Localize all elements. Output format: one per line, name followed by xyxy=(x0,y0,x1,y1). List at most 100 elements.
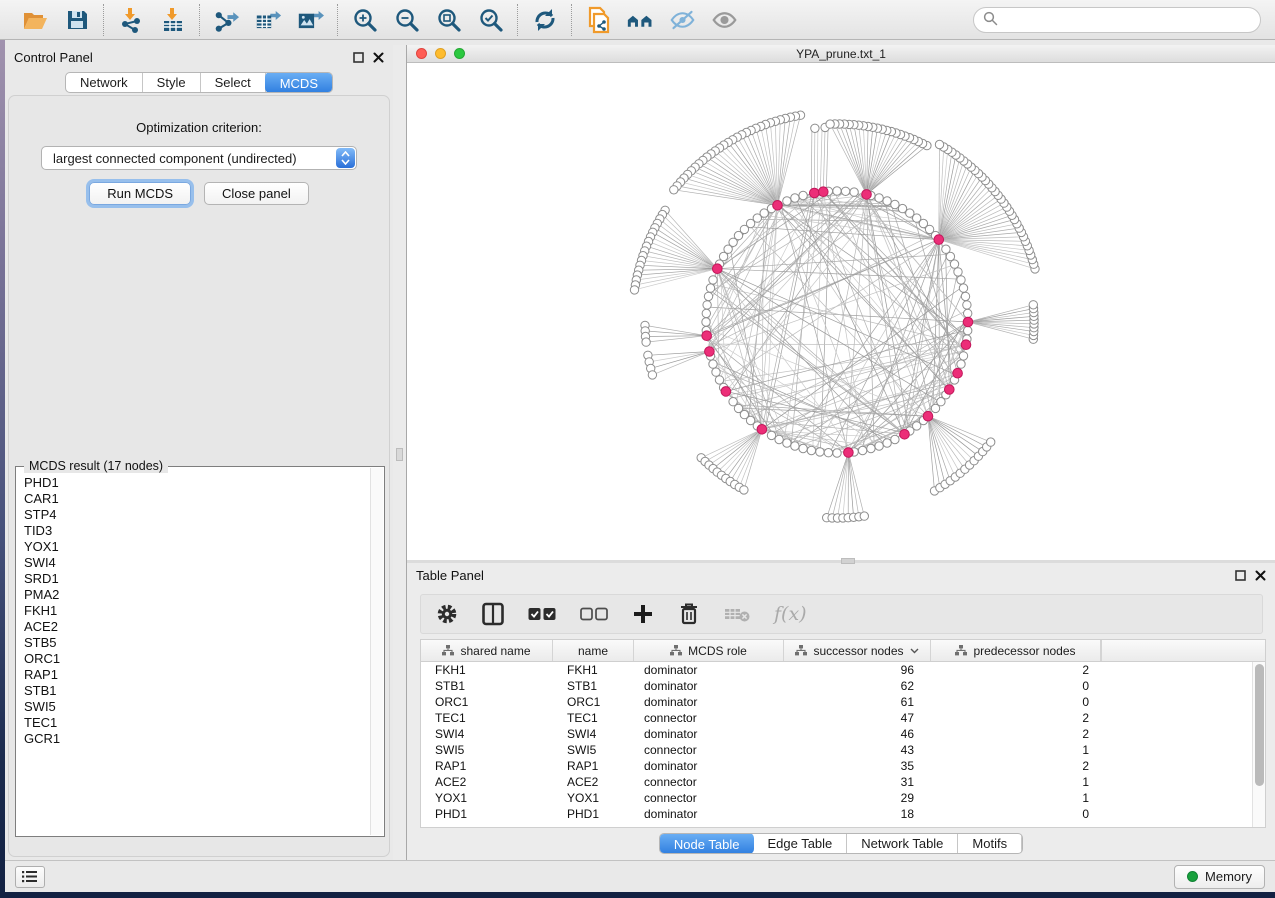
open-file-icon[interactable] xyxy=(21,6,48,33)
layout-group xyxy=(518,6,571,33)
vertical-splitter[interactable] xyxy=(393,45,407,860)
table-row[interactable]: RAP1 RAP1 dominator 35 2 xyxy=(421,758,1265,774)
splitter-grip[interactable] xyxy=(841,558,855,564)
cell-name: FKH1 xyxy=(553,663,634,677)
table-panel-header: Table Panel xyxy=(407,563,1275,587)
export-network-icon[interactable] xyxy=(213,6,240,33)
table-row[interactable]: SWI5 SWI5 connector 43 1 xyxy=(421,742,1265,758)
cell-predecessor-nodes: 2 xyxy=(931,663,1101,677)
network-window-title: YPA_prune.txt_1 xyxy=(407,47,1275,61)
float-panel-icon[interactable] xyxy=(353,52,364,63)
mcds-result-item[interactable]: ORC1 xyxy=(24,651,374,667)
mcds-result-item[interactable]: YOX1 xyxy=(24,539,374,555)
select-all-icon[interactable] xyxy=(528,602,556,626)
table-row[interactable]: SWI4 SWI4 dominator 46 2 xyxy=(421,726,1265,742)
network-view[interactable] xyxy=(407,63,1275,560)
table-tab[interactable]: Node Table xyxy=(659,833,755,854)
import-network-icon[interactable] xyxy=(117,6,144,33)
table-row[interactable]: PHD1 PHD1 dominator 18 0 xyxy=(421,806,1265,822)
table-tab[interactable]: Edge Table xyxy=(753,834,847,853)
add-column-icon[interactable] xyxy=(632,602,654,626)
mcds-result-item[interactable]: PMA2 xyxy=(24,587,374,603)
delete-column-icon[interactable] xyxy=(678,602,700,626)
splitter-grip[interactable] xyxy=(396,448,403,461)
export-image-icon[interactable] xyxy=(297,6,324,33)
mcds-result-item[interactable]: ACE2 xyxy=(24,619,374,635)
close-panel-button[interactable]: Close panel xyxy=(204,182,309,205)
mcds-result-item[interactable]: CAR1 xyxy=(24,491,374,507)
mcds-result-item[interactable]: RAP1 xyxy=(24,667,374,683)
mcds-result-item[interactable]: TID3 xyxy=(24,523,374,539)
column-header[interactable]: predecessor nodes xyxy=(931,640,1101,661)
search-input[interactable] xyxy=(1004,12,1251,27)
control-panel-tab[interactable]: Select xyxy=(201,73,266,92)
run-mcds-button[interactable]: Run MCDS xyxy=(89,182,191,205)
result-list-scrollbar[interactable] xyxy=(370,468,383,835)
close-panel-icon[interactable] xyxy=(373,52,384,63)
zoom-in-icon[interactable] xyxy=(351,6,378,33)
apply-layout-icon[interactable] xyxy=(531,6,558,33)
hide-selected-icon[interactable] xyxy=(669,6,696,33)
mcds-result-item[interactable]: SWI5 xyxy=(24,699,374,715)
mcds-result-item[interactable]: STB1 xyxy=(24,683,374,699)
table-row[interactable]: STB1 STB1 dominator 62 0 xyxy=(421,678,1265,694)
task-history-button[interactable] xyxy=(15,866,45,888)
horizontal-splitter[interactable] xyxy=(407,560,1275,563)
mcds-result-item[interactable]: SRD1 xyxy=(24,571,374,587)
mcds-result-item[interactable]: STP4 xyxy=(24,507,374,523)
first-neighbors-icon[interactable] xyxy=(627,6,654,33)
table-row[interactable]: ACE2 ACE2 connector 31 1 xyxy=(421,774,1265,790)
control-panel-tab[interactable]: Style xyxy=(143,73,201,92)
mcds-result-item[interactable]: STB5 xyxy=(24,635,374,651)
column-header[interactable]: MCDS role xyxy=(634,640,784,661)
table-row[interactable]: FKH1 FKH1 dominator 96 2 xyxy=(421,662,1265,678)
cell-mcds-role: dominator xyxy=(634,679,784,693)
file-group xyxy=(8,6,103,33)
show-all-icon[interactable] xyxy=(711,6,738,33)
mcds-result-item[interactable]: FKH1 xyxy=(24,603,374,619)
criterion-select[interactable]: largest connected component (undirected) xyxy=(41,146,357,170)
mcds-result-item[interactable]: TEC1 xyxy=(24,715,374,731)
cell-predecessor-nodes: 0 xyxy=(931,679,1101,693)
cell-successor-nodes: 47 xyxy=(784,711,931,725)
global-search[interactable] xyxy=(973,7,1261,33)
control-panel-tab[interactable]: MCDS xyxy=(265,72,333,93)
mcds-result-item[interactable]: GCR1 xyxy=(24,731,374,747)
table-scrollbar[interactable] xyxy=(1252,662,1265,827)
float-panel-icon[interactable] xyxy=(1235,570,1246,581)
zoom-selected-icon[interactable] xyxy=(477,6,504,33)
zoom-out-icon[interactable] xyxy=(393,6,420,33)
memory-button[interactable]: Memory xyxy=(1174,865,1265,889)
zoom-fit-icon[interactable] xyxy=(435,6,462,33)
cell-mcds-role: dominator xyxy=(634,759,784,773)
table-row[interactable]: YOX1 YOX1 connector 29 1 xyxy=(421,790,1265,806)
search-icon xyxy=(983,11,998,29)
close-panel-icon[interactable] xyxy=(1255,570,1266,581)
column-header[interactable]: shared name xyxy=(421,640,553,661)
table-row[interactable]: ORC1 ORC1 dominator 61 0 xyxy=(421,694,1265,710)
memory-label: Memory xyxy=(1205,869,1252,884)
clone-network-icon[interactable] xyxy=(585,6,612,33)
column-layout-icon[interactable] xyxy=(482,602,504,626)
cell-successor-nodes: 61 xyxy=(784,695,931,709)
table-panel-title: Table Panel xyxy=(416,568,484,583)
table-row[interactable]: TEC1 TEC1 connector 47 2 xyxy=(421,710,1265,726)
mcds-result-title: MCDS result (17 nodes) xyxy=(24,459,168,473)
mcds-result-list: PHD1 CAR1 STP4 TID3 YOX1 SWI4 SRD1 PMA2 xyxy=(16,467,384,822)
column-header[interactable]: successor nodes xyxy=(784,640,931,661)
control-panel-tab[interactable]: Network xyxy=(66,73,143,92)
table-tab[interactable]: Network Table xyxy=(847,834,958,853)
table-tab[interactable]: Motifs xyxy=(958,834,1022,853)
cell-name: TEC1 xyxy=(553,711,634,725)
import-table-icon[interactable] xyxy=(159,6,186,33)
deselect-all-icon[interactable] xyxy=(580,602,608,626)
mcds-result-item[interactable]: PHD1 xyxy=(24,475,374,491)
settings-gear-icon[interactable] xyxy=(436,602,458,626)
export-table-icon[interactable] xyxy=(255,6,282,33)
column-header[interactable]: name xyxy=(553,640,634,661)
mcds-result-item[interactable]: SWI4 xyxy=(24,555,374,571)
table-scrollbar-thumb[interactable] xyxy=(1255,664,1264,786)
save-session-icon[interactable] xyxy=(63,6,90,33)
column-type-icon xyxy=(442,645,454,656)
column-label: MCDS role xyxy=(688,644,747,658)
